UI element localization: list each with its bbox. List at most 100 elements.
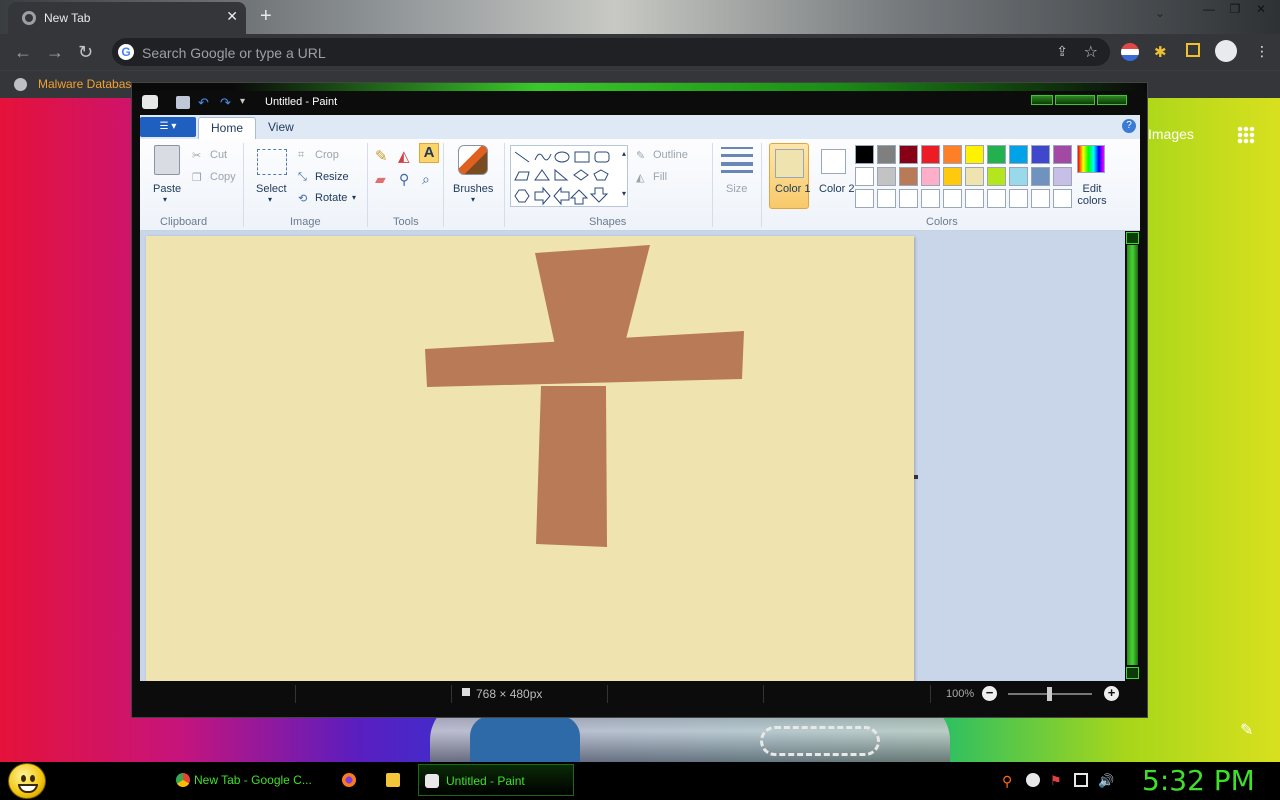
palette-swatch[interactable] — [943, 145, 962, 164]
custom-color-slot[interactable] — [965, 189, 984, 208]
new-tab-button[interactable]: + — [260, 5, 272, 28]
rotate-dropdown-icon[interactable]: ▾ — [352, 193, 356, 202]
zoom-slider-thumb[interactable] — [1047, 687, 1052, 701]
taskbar-clock[interactable]: 5:32 PM — [1142, 764, 1255, 797]
paint-app-icon[interactable] — [142, 95, 158, 109]
paste-button[interactable]: Paste — [153, 183, 181, 195]
back-icon[interactable]: ← — [14, 42, 32, 63]
resize-button[interactable]: Resize — [315, 171, 349, 183]
save-icon[interactable] — [176, 96, 190, 109]
palette-swatch[interactable] — [987, 145, 1006, 164]
palette-swatch[interactable] — [1009, 145, 1028, 164]
file-menu-button[interactable]: ☰ ▾ — [140, 117, 196, 137]
canvas-resize-handle[interactable] — [914, 475, 918, 479]
palette-swatch[interactable] — [965, 167, 984, 186]
palette-swatch[interactable] — [899, 145, 918, 164]
palette-swatch[interactable] — [987, 167, 1006, 186]
paint-close-button[interactable] — [1097, 95, 1127, 105]
custom-color-slot[interactable] — [899, 189, 918, 208]
customize-pencil-icon[interactable]: ✎ — [1240, 720, 1253, 740]
google-images-link[interactable]: Images — [1148, 126, 1194, 142]
taskbar-chrome[interactable]: New Tab - Google C... — [172, 764, 322, 796]
custom-color-slot[interactable] — [1031, 189, 1050, 208]
select-icon[interactable] — [257, 149, 287, 175]
paste-icon[interactable] — [154, 145, 180, 175]
brush-icon[interactable] — [458, 145, 488, 175]
color-picker-icon[interactable]: ⚲ — [399, 171, 409, 188]
profile-avatar[interactable] — [1215, 40, 1237, 62]
text-tool-icon[interactable]: A — [419, 143, 439, 163]
close-tab-icon[interactable]: ✕ — [226, 8, 238, 25]
tab-home[interactable]: Home — [198, 117, 257, 139]
fill-bucket-icon[interactable]: ◭ — [398, 147, 410, 165]
paste-dropdown-icon[interactable]: ▾ — [163, 195, 167, 204]
taskbar-paint[interactable]: Untitled - Paint — [418, 764, 574, 796]
edit-colors-button[interactable]: Edit colors — [1070, 183, 1114, 207]
display-tray-icon[interactable] — [1074, 773, 1088, 787]
brushes-dropdown-icon[interactable]: ▾ — [471, 195, 475, 204]
paint-minimize-button[interactable] — [1031, 95, 1053, 105]
size-icon[interactable] — [721, 147, 753, 173]
start-button[interactable] — [8, 763, 46, 799]
drawing-canvas[interactable] — [146, 236, 914, 681]
select-dropdown-icon[interactable]: ▾ — [268, 195, 272, 204]
browser-tab[interactable]: New Tab ✕ — [8, 2, 246, 34]
volume-icon[interactable]: 🔊 — [1098, 773, 1114, 788]
bookmark-star-icon[interactable]: ☆ — [1084, 42, 1098, 62]
restore-icon[interactable]: ❐ — [1222, 0, 1248, 20]
palette-swatch[interactable] — [855, 145, 874, 164]
palette-swatch[interactable] — [1031, 145, 1050, 164]
paint-maximize-button[interactable] — [1055, 95, 1095, 105]
palette-swatch[interactable] — [1053, 145, 1072, 164]
select-button[interactable]: Select — [256, 183, 287, 195]
quick-access-dropdown-icon[interactable]: ▾ — [240, 96, 254, 109]
reload-icon[interactable]: ↻ — [78, 42, 93, 63]
undo-icon[interactable]: ↶ — [198, 96, 212, 109]
custom-color-slot[interactable] — [921, 189, 940, 208]
custom-color-slot[interactable] — [1009, 189, 1028, 208]
palette-swatch[interactable] — [921, 167, 940, 186]
palette-swatch[interactable] — [965, 145, 984, 164]
custom-color-slot[interactable] — [877, 189, 896, 208]
custom-color-slot[interactable] — [943, 189, 962, 208]
close-window-icon[interactable]: ✕ — [1248, 0, 1274, 20]
omnibox[interactable]: G Search Google or type a URL ⇪ ☆ — [112, 38, 1110, 66]
minimize-icon[interactable]: — — [1196, 0, 1222, 20]
vertical-scrollbar[interactable] — [1125, 231, 1140, 681]
palette-swatch[interactable] — [899, 167, 918, 186]
taskbar-firefox[interactable] — [336, 764, 362, 796]
rotate-button[interactable]: Rotate — [315, 192, 347, 204]
zoom-out-button[interactable]: − — [982, 686, 997, 701]
scroll-down-arrow[interactable] — [1126, 667, 1139, 679]
tab-view[interactable]: View — [256, 117, 306, 139]
eraser-icon[interactable]: ▰ — [375, 171, 386, 188]
menu-kebab-icon[interactable]: ⋮ — [1255, 43, 1273, 61]
action-center-flag-icon[interactable]: ⚑ — [1050, 773, 1064, 788]
bookmark-malware-database[interactable]: Malware Databas — [38, 77, 131, 91]
tab-search-icon[interactable]: ⌄ — [1155, 6, 1165, 20]
edit-colors-icon[interactable] — [1077, 145, 1105, 173]
palette-swatch[interactable] — [1031, 167, 1050, 186]
brushes-button[interactable]: Brushes — [453, 183, 493, 195]
zoom-in-button[interactable]: + — [1104, 686, 1119, 701]
copy-button[interactable]: Copy — [210, 171, 236, 183]
color1-selector[interactable] — [769, 143, 809, 209]
palette-swatch[interactable] — [855, 167, 874, 186]
extensions-icon[interactable]: ✱ — [1154, 43, 1172, 61]
side-panel-icon[interactable] — [1186, 43, 1200, 57]
palette-swatch[interactable] — [943, 167, 962, 186]
outline-button[interactable]: Outline — [653, 149, 688, 161]
taskbar-file-explorer[interactable] — [380, 764, 406, 796]
pencil-icon[interactable]: ✎ — [375, 147, 388, 165]
cut-button[interactable]: Cut — [210, 149, 227, 161]
custom-color-slot[interactable] — [855, 189, 874, 208]
redo-icon[interactable]: ↷ — [220, 96, 234, 109]
share-icon[interactable]: ⇪ — [1056, 43, 1068, 60]
shapes-more-icon[interactable]: ▾ — [622, 189, 626, 198]
scroll-thumb[interactable] — [1127, 245, 1138, 665]
shapes-scroll-up-icon[interactable]: ▴ — [622, 149, 626, 158]
magnifier-icon[interactable]: ⌕ — [422, 171, 430, 188]
palette-swatch[interactable] — [1009, 167, 1028, 186]
size-button[interactable]: Size — [726, 183, 747, 195]
palette-swatch[interactable] — [877, 167, 896, 186]
